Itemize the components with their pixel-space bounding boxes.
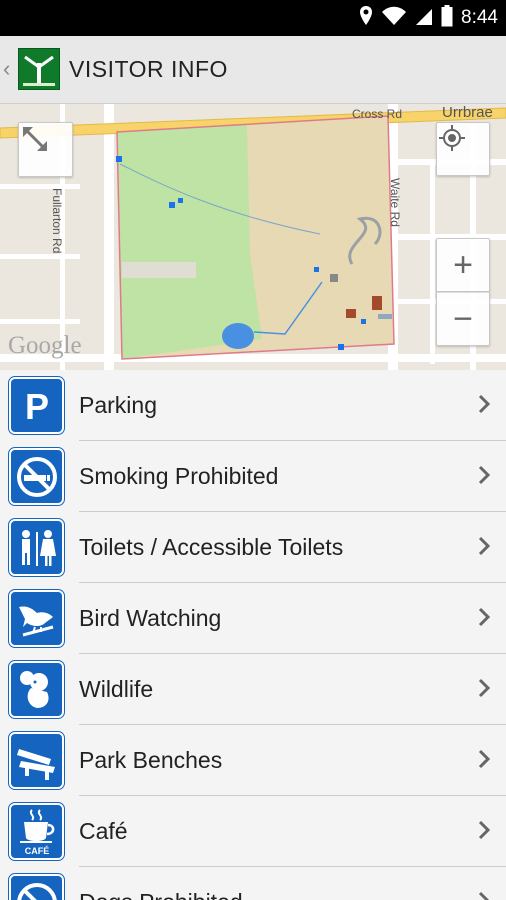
battery-icon <box>441 4 453 32</box>
google-attribution: Google <box>8 332 82 359</box>
zoom-in-button[interactable]: + <box>436 238 490 292</box>
status-bar: 8:44 <box>0 0 506 36</box>
expand-icon <box>23 127 47 151</box>
list-item-toilets[interactable]: Toilets / Accessible Toilets <box>0 512 506 583</box>
road-label-cross: Cross Rd <box>352 107 403 121</box>
list-item-label: Café <box>79 818 128 844</box>
chevron-right-icon <box>478 820 491 840</box>
chevron-right-icon <box>478 465 491 485</box>
list-item-label: Bird Watching <box>79 605 222 631</box>
facility-list: P Parking Smoking Prohibited Toilets / A… <box>0 370 506 900</box>
status-time: 8:44 <box>461 7 498 28</box>
chevron-right-icon <box>478 891 490 900</box>
location-icon <box>359 5 373 32</box>
app-logo[interactable] <box>18 48 60 90</box>
action-bar: ‹ VISITOR INFO <box>0 36 506 104</box>
list-item-label: Toilets / Accessible Toilets <box>79 534 344 560</box>
list-item-label: Dogs Prohibited <box>79 889 243 900</box>
koala-icon <box>8 660 65 719</box>
list-item-cafe[interactable]: CAFÉ Café <box>0 796 506 867</box>
chevron-right-icon <box>478 394 491 414</box>
list-item-dogs[interactable]: Dogs Prohibited <box>0 867 506 900</box>
chevron-right-icon <box>478 607 491 627</box>
list-item-bird-watching[interactable]: Bird Watching <box>0 583 506 654</box>
list-item-label: Wildlife <box>79 676 154 702</box>
status-icons: 8:44 <box>359 0 498 36</box>
list-item-wildlife[interactable]: Wildlife <box>0 654 506 725</box>
list-item-label: Smoking Prohibited <box>79 463 279 489</box>
chevron-right-icon <box>478 749 491 769</box>
signal-icon <box>415 6 433 31</box>
chevron-right-icon <box>478 536 491 556</box>
bench-icon <box>8 731 65 790</box>
no-smoking-icon <box>8 447 65 506</box>
road-label-urrbrae: Urrbrae <box>442 104 493 121</box>
list-item-label: Park Benches <box>79 747 223 773</box>
no-dogs-icon <box>8 873 65 900</box>
map-canvas <box>0 104 506 370</box>
crosshair-icon <box>439 125 465 151</box>
list-item-smoking[interactable]: Smoking Prohibited <box>0 441 506 512</box>
page-title: VISITOR INFO <box>69 56 228 82</box>
cafe-icon-caption: CAFÉ <box>24 846 49 856</box>
list-item-label: Parking <box>79 392 157 418</box>
map-view[interactable]: Cross Rd Urrbrae Fullarton Rd Waite Rd +… <box>0 104 506 370</box>
svg-text:P: P <box>24 386 48 426</box>
zoom-out-button[interactable]: − <box>436 292 490 346</box>
my-location-button[interactable] <box>436 122 490 176</box>
expand-map-button[interactable] <box>18 122 73 177</box>
wifi-icon <box>381 6 407 31</box>
chevron-right-icon <box>478 678 491 698</box>
bird-icon <box>8 589 65 648</box>
toilets-icon <box>8 518 65 577</box>
road-label-waite: Waite Rd <box>388 178 402 227</box>
cafe-icon: CAFÉ <box>8 802 65 861</box>
parking-icon: P <box>8 376 65 435</box>
list-item-parking[interactable]: P Parking <box>0 370 506 441</box>
back-chevron-icon[interactable]: ‹ <box>3 56 13 82</box>
list-item-park-benches[interactable]: Park Benches <box>0 725 506 796</box>
road-label-fullarton: Fullarton Rd <box>50 188 64 254</box>
